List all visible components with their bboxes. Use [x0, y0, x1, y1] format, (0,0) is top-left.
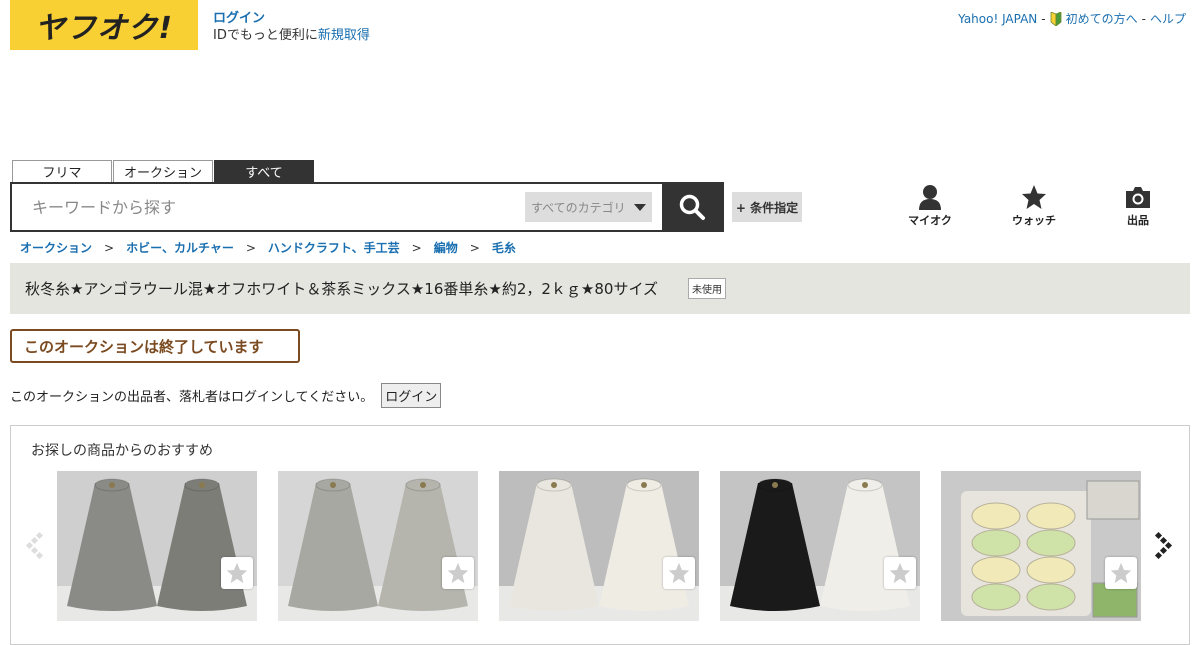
- myauc-label: マイオク: [908, 214, 952, 227]
- beginner-link[interactable]: 初めての方へ: [1066, 10, 1138, 27]
- item-title-bar: 秋冬糸★アンゴラウール混★オフホワイト＆茶系ミックス★16番単糸★約2，2ｋｇ★…: [10, 263, 1190, 314]
- star-icon: [1022, 185, 1046, 209]
- logo-text: ヤフオク!: [34, 11, 174, 46]
- item-title: 秋冬糸★アンゴラウール混★オフホワイト＆茶系ミックス★16番単糸★約2，2ｋｇ★…: [25, 280, 659, 298]
- product-thumbnail: [941, 471, 1141, 621]
- condition-badge: 未使用: [688, 278, 727, 299]
- camera-icon: [1126, 187, 1150, 208]
- watch-star-button[interactable]: [221, 557, 253, 589]
- recommended-item[interactable]: [499, 471, 699, 621]
- star-icon: [668, 562, 690, 584]
- sell-label: 出品: [1127, 214, 1149, 227]
- login-prompt: このオークションの出品者、落札者はログインしてください。 ログイン: [10, 383, 442, 408]
- recommendations-heading: お探しの商品からのおすすめ: [31, 443, 213, 459]
- yahoo-japan-link[interactable]: Yahoo! JAPAN: [958, 12, 1037, 26]
- breadcrumb-item[interactable]: 毛糸: [492, 239, 516, 256]
- tab-all[interactable]: すべて: [214, 160, 314, 182]
- watch-star-button[interactable]: [442, 557, 474, 589]
- chevron-left-icon[interactable]: [25, 531, 45, 559]
- product-thumbnail: [57, 471, 257, 621]
- register-link[interactable]: 新規取得: [318, 28, 370, 43]
- condition-filter-button[interactable]: + 条件指定: [732, 192, 802, 222]
- watch-nav[interactable]: ウォッチ: [1010, 184, 1058, 228]
- search-button[interactable]: [662, 184, 722, 230]
- recommended-item[interactable]: [720, 471, 920, 621]
- search-tabs: フリマ オークション すべて: [12, 160, 314, 182]
- myauc-nav[interactable]: マイオク: [906, 184, 954, 228]
- separator: -: [1041, 11, 1046, 26]
- chevron-right-icon[interactable]: [1153, 531, 1173, 559]
- sell-nav[interactable]: 出品: [1114, 184, 1162, 228]
- recommended-item[interactable]: [57, 471, 257, 621]
- recommendations-panel: お探しの商品からのおすすめ: [10, 425, 1190, 645]
- user-icon: [919, 185, 941, 210]
- watch-star-button[interactable]: [884, 557, 916, 589]
- separator: -: [1141, 11, 1146, 26]
- tab-auction[interactable]: オークション: [113, 160, 213, 182]
- breadcrumb-separator: >: [411, 240, 422, 255]
- help-link[interactable]: ヘルプ: [1150, 10, 1186, 27]
- watch-star-button[interactable]: [1105, 557, 1137, 589]
- star-icon: [1110, 562, 1132, 584]
- login-subtext: IDでもっと便利に: [213, 28, 318, 43]
- star-icon: [889, 562, 911, 584]
- breadcrumb-separator: >: [104, 240, 115, 255]
- breadcrumb-item[interactable]: ハンドクラフト、手工芸: [268, 239, 400, 256]
- search-icon: [679, 194, 705, 220]
- product-thumbnail: [499, 471, 699, 621]
- breadcrumb-item[interactable]: ホビー、カルチャー: [126, 239, 234, 256]
- category-select-label: すべてのカテゴリ: [531, 200, 626, 215]
- login-link[interactable]: ログイン: [213, 11, 265, 26]
- beginner-mark-icon: [1050, 10, 1062, 27]
- breadcrumb-separator: >: [245, 240, 256, 255]
- tab-flea-market[interactable]: フリマ: [12, 160, 112, 182]
- star-icon: [447, 562, 469, 584]
- chevron-down-icon: [633, 203, 646, 211]
- yahoo-auction-logo[interactable]: ヤフオク!: [10, 0, 198, 50]
- top-links: Yahoo! JAPAN - 初めての方へ - ヘルプ: [958, 10, 1186, 27]
- star-icon: [226, 562, 248, 584]
- breadcrumb-item[interactable]: 編物: [434, 239, 458, 256]
- login-prompt-text: このオークションの出品者、落札者はログインしてください。: [10, 390, 374, 405]
- login-box: ログイン IDでもっと便利に新規取得: [213, 10, 370, 44]
- breadcrumb: オークション > ホビー、カルチャー > ハンドクラフト、手工芸 > 編物 > …: [20, 239, 516, 256]
- breadcrumb-separator: >: [469, 240, 480, 255]
- recommended-item[interactable]: [941, 471, 1141, 621]
- breadcrumb-item[interactable]: オークション: [20, 239, 92, 256]
- category-select[interactable]: すべてのカテゴリ: [525, 192, 652, 222]
- watch-star-button[interactable]: [663, 557, 695, 589]
- product-thumbnail: [720, 471, 920, 621]
- recommendation-list: [57, 471, 1141, 621]
- product-thumbnail: [278, 471, 478, 621]
- watch-label: ウォッチ: [1012, 214, 1056, 227]
- auction-ended-message: このオークションは終了しています: [10, 329, 300, 363]
- search-bar: すべてのカテゴリ: [10, 182, 724, 232]
- login-button[interactable]: ログイン: [381, 383, 442, 408]
- recommended-item[interactable]: [278, 471, 478, 621]
